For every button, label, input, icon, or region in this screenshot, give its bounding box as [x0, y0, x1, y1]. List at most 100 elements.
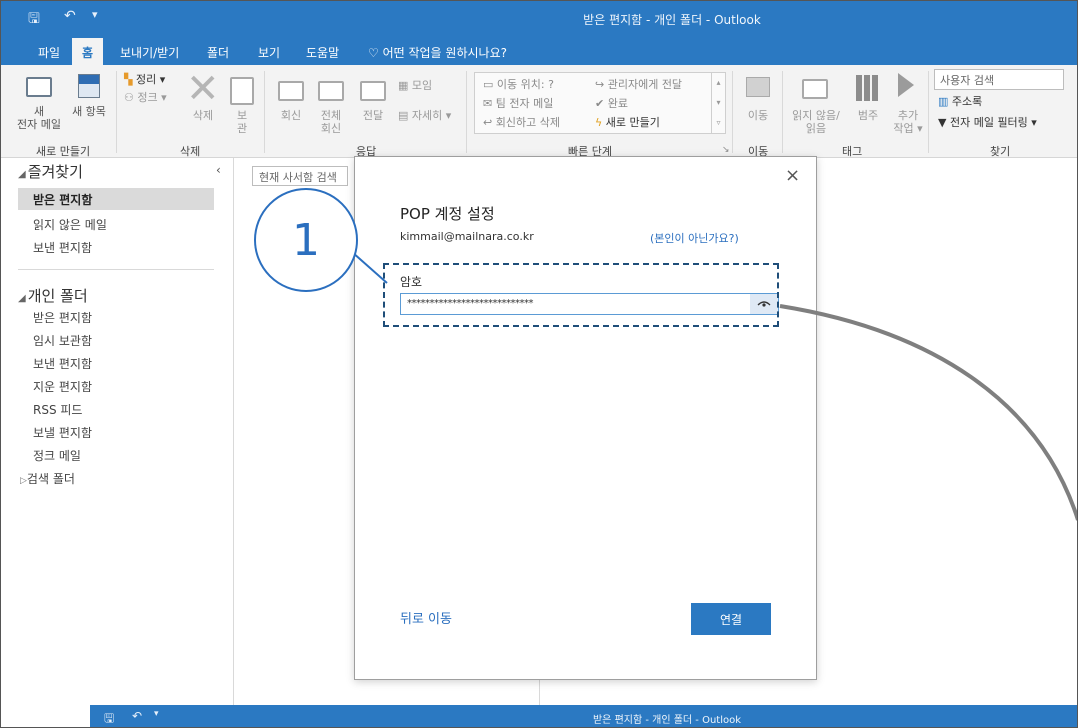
move-folder-icon[interactable] — [746, 77, 770, 97]
ribbon: 새 전자 메일 새 항목 새로 만들기 ▚ 정리 ▾ ⚇ 정크 ▾ ✕ 삭제 보… — [0, 65, 1078, 158]
password-highlight-box — [383, 263, 779, 327]
personal-folders-label: 개인 폴더 — [27, 287, 88, 305]
unread-read-label-1: 읽지 않음/ — [792, 109, 840, 122]
to-manager-icon: ↪ — [595, 78, 605, 91]
search-mailbox-input[interactable]: 현재 사서함 검색 — [252, 166, 348, 186]
folder-item-junk[interactable]: 정크 메일 — [33, 447, 81, 464]
menu-help[interactable]: 도움말 — [306, 44, 339, 61]
reply-button[interactable]: 회신 — [276, 109, 306, 122]
qs-reply-delete[interactable]: ↩ 회신하고 삭제 — [483, 114, 560, 130]
reply-all-button[interactable]: 전체 회신 — [316, 109, 346, 135]
tell-me-text: 어떤 작업을 원하시나요? — [382, 46, 507, 60]
cleanup-label: 정리 ▾ — [135, 73, 166, 86]
new-email-button[interactable]: 새 전자 메일 — [16, 105, 62, 131]
filter-icon: ▼ — [938, 116, 947, 129]
qs-reply-delete-label: 회신하고 삭제 — [495, 116, 560, 129]
folder-item-inbox[interactable]: 받은 편지함 — [33, 309, 92, 326]
delete-icon[interactable]: ✕ — [186, 69, 220, 109]
dialog-launcher-icon[interactable]: ↘ — [722, 145, 730, 155]
more-respond-button[interactable]: ▤ 자세히 ▾ — [398, 109, 451, 122]
tell-me-box[interactable]: ♡ 어떤 작업을 원하시나요? — [368, 44, 507, 61]
quick-steps-gallery: ▭ 이동 위치: ? ✉ 팀 전자 메일 ↩ 회신하고 삭제 ↪ 관리자에게 전… — [474, 72, 726, 134]
forward-button[interactable]: 전달 — [358, 109, 388, 122]
folder-move-icon: ▭ — [483, 78, 494, 91]
qs-move-to-label: 이동 위치: ? — [496, 78, 554, 91]
new-items-icon[interactable] — [78, 74, 100, 98]
qs-create-new[interactable]: ϟ 새로 만들기 — [595, 114, 660, 130]
connect-button[interactable]: 연결 — [691, 603, 771, 635]
folder-item-drafts[interactable]: 임시 보관함 — [33, 332, 92, 349]
folder-item-favorite-unread[interactable]: 읽지 않은 메일 — [33, 216, 107, 233]
menu-bar: 파일 홈 보내기/받기 폴더 보기 도움말 ♡ 어떤 작업을 원하시나요? — [0, 38, 1078, 65]
new-items-button[interactable]: 새 항목 — [64, 105, 114, 118]
qs-team-email-label: 팀 전자 메일 — [495, 97, 554, 110]
categorize-icon[interactable] — [856, 75, 878, 101]
flag-icon[interactable] — [898, 73, 914, 97]
pop-account-settings-dialog: × POP 계정 설정 kimmail@mailnara.co.kr (본인이 … — [354, 156, 817, 680]
unread-read-label-2: 읽음 — [805, 122, 827, 135]
menu-file[interactable]: 파일 — [38, 44, 60, 61]
folder-item-deleted[interactable]: 지운 편지함 — [33, 378, 92, 395]
folder-item-favorite-inbox[interactable]: 받은 편지함 — [18, 188, 214, 210]
follow-up-button[interactable]: 추가 작업 ▾ — [888, 109, 928, 135]
account-email: kimmail@mailnara.co.kr — [400, 230, 534, 243]
unread-read-button[interactable]: 읽지 않음/ 읽음 — [788, 109, 844, 135]
menu-folder[interactable]: 폴더 — [207, 44, 229, 61]
folder-item-sent[interactable]: 보낸 편지함 — [33, 355, 92, 372]
ribbon-separator — [264, 71, 265, 153]
menu-home[interactable]: 홈 — [72, 38, 104, 65]
reply-all-icon[interactable] — [318, 81, 344, 101]
more-label: 자세히 ▾ — [411, 109, 452, 122]
personal-folders-header[interactable]: ◢ 개인 폴더 — [18, 285, 88, 306]
menu-send-receive[interactable]: 보내기/받기 — [120, 44, 179, 61]
group-label-new: 새로 만들기 — [36, 145, 91, 158]
move-button[interactable]: 이동 — [742, 109, 774, 122]
qs-move-to[interactable]: ▭ 이동 위치: ? — [483, 76, 554, 92]
qs-done[interactable]: ✔ 완료 — [595, 95, 628, 111]
ribbon-separator — [466, 71, 467, 153]
search-people-input[interactable]: 사용자 검색 — [934, 69, 1064, 90]
categorize-button[interactable]: 범주 — [852, 109, 884, 122]
new-email-label-1: 새 — [33, 105, 45, 118]
menu-view[interactable]: 보기 — [258, 44, 280, 61]
qs-team-email[interactable]: ✉ 팀 전자 메일 — [483, 95, 553, 111]
archive-label-1: 보 — [236, 109, 248, 122]
team-email-icon: ✉ — [483, 97, 493, 110]
group-label-tags: 태그 — [842, 145, 863, 158]
address-book-button[interactable]: ▥ 주소록 — [938, 95, 982, 108]
back-link[interactable]: 뒤로 이동 — [400, 608, 452, 627]
address-book-icon: ▥ — [938, 95, 949, 108]
title-bar: 🖫 ↶ ▾ 받은 편지함 - 개인 폴더 - Outlook — [0, 0, 1078, 38]
unread-read-icon[interactable] — [802, 79, 828, 99]
filter-email-label: 전자 메일 필터링 ▾ — [949, 116, 1037, 129]
delete-button[interactable]: 삭제 — [188, 109, 218, 122]
folder-item-search-folders[interactable]: ▷검색 폴더 — [20, 470, 75, 487]
not-you-link[interactable]: (본인이 아닌가요?) — [650, 230, 739, 246]
expand-triangle-icon: ◢ — [18, 169, 26, 180]
meeting-icon: ▦ — [398, 79, 409, 92]
ribbon-separator — [732, 71, 733, 153]
quick-steps-scroll[interactable]: ▴ ▾ ▿ — [711, 73, 725, 133]
archive-button[interactable]: 보 관 — [232, 109, 252, 135]
forward-icon[interactable] — [360, 81, 386, 101]
folder-item-rss[interactable]: RSS 피드 — [33, 401, 82, 418]
cleanup-button[interactable]: ▚ 정리 ▾ — [124, 73, 165, 86]
address-book-label: 주소록 — [951, 95, 983, 108]
reply-icon[interactable] — [278, 81, 304, 101]
collapse-pane-icon[interactable]: ‹ — [216, 163, 221, 177]
window-title: 받은 편지함 - 개인 폴더 - Outlook — [583, 13, 761, 27]
new-email-icon[interactable] — [26, 77, 52, 97]
folder-item-favorite-sent[interactable]: 보낸 편지함 — [33, 239, 92, 256]
meeting-button[interactable]: ▦ 모임 — [398, 79, 432, 92]
dialog-title: POP 계정 설정 — [400, 205, 495, 223]
junk-button[interactable]: ⚇ 정크 ▾ — [124, 91, 167, 104]
checkmark-icon: ✔ — [595, 97, 605, 110]
group-label-find: 찾기 — [990, 145, 1011, 158]
archive-icon[interactable] — [230, 77, 254, 105]
filter-email-button[interactable]: ▼ 전자 메일 필터링 ▾ — [938, 116, 1037, 129]
folder-item-outbox[interactable]: 보낼 편지함 — [33, 424, 92, 441]
background-window-title-bar: 🖫 ↶ ▾ 받은 편지함 - 개인 폴더 - Outlook — [90, 705, 1078, 728]
favorites-header[interactable]: ◢ 즐겨찾기 — [18, 161, 83, 182]
close-icon[interactable]: × — [785, 165, 800, 186]
qs-to-manager[interactable]: ↪ 관리자에게 전달 — [595, 76, 682, 92]
